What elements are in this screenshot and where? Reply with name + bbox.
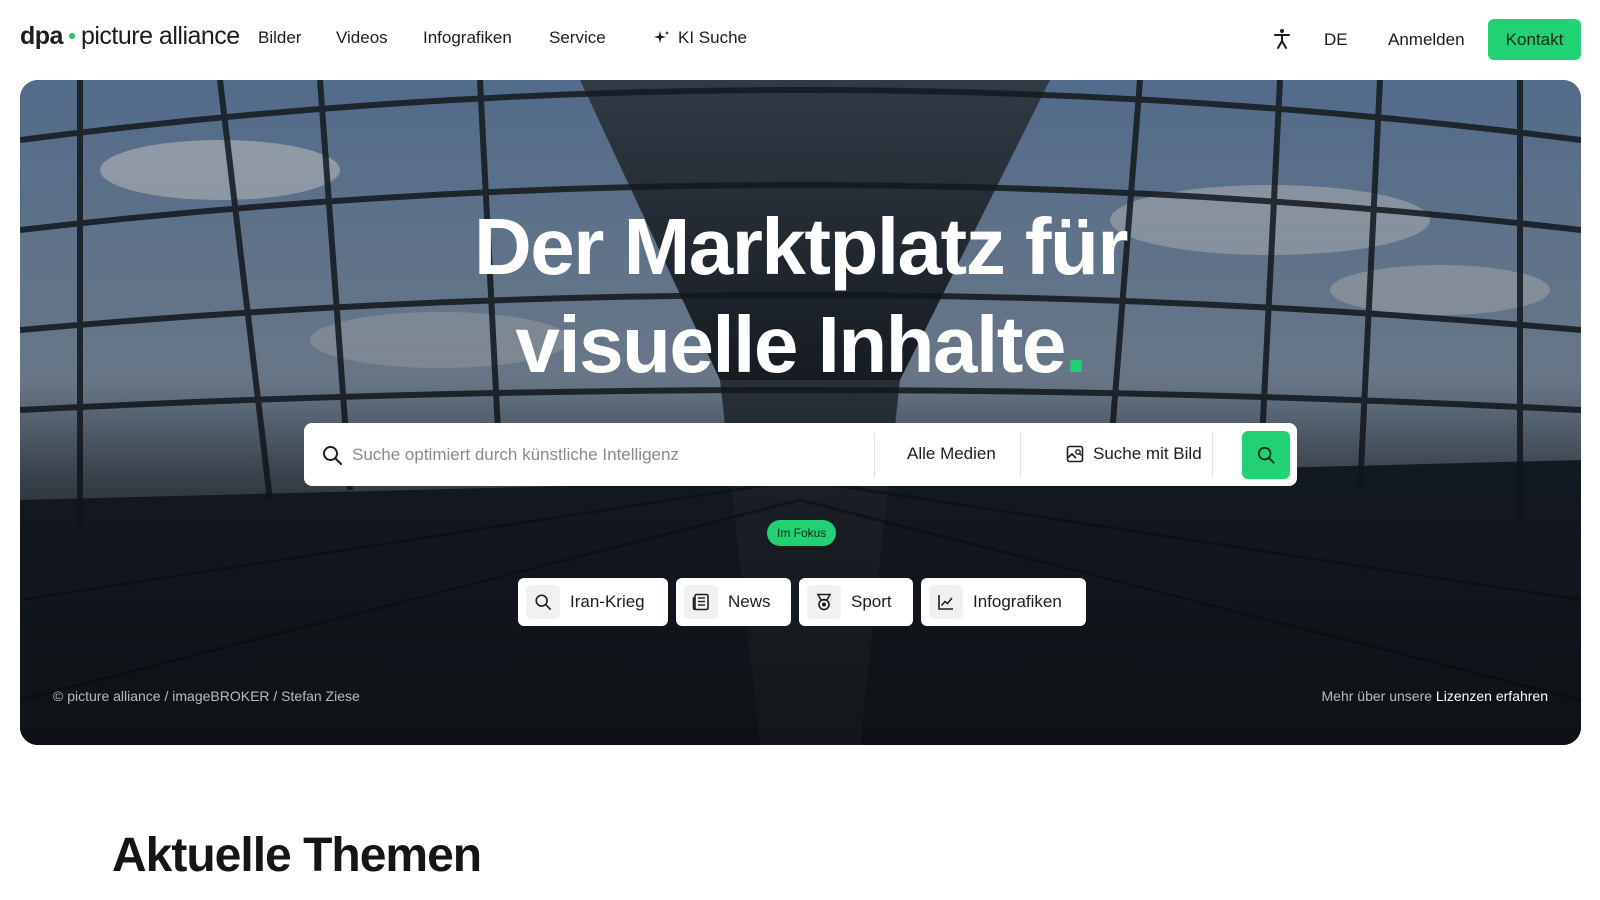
nav-item-ki-suche-label: KI Suche <box>678 28 747 47</box>
chip-label: Infografiken <box>973 592 1062 611</box>
logo[interactable]: dpa picture alliance <box>20 22 240 51</box>
nav-item-ki-suche[interactable]: KI Suche <box>654 28 747 48</box>
hero-title-line2: visuelle Inhalte <box>515 300 1066 389</box>
sparkle-icon <box>654 31 669 43</box>
logo-picture-alliance: picture alliance <box>80 22 240 50</box>
logo-dot <box>68 33 75 39</box>
search-bar: Alle Medien Suche mit Bild <box>304 423 1297 486</box>
hero-title-dot: . <box>1064 300 1087 389</box>
hero-title-line1: Der Marktplatz für <box>473 202 1129 291</box>
site-header: dpa picture alliance Bilder Videos Infog… <box>0 0 1600 80</box>
focus-badge: Im Fokus <box>767 520 837 546</box>
nav-item-service[interactable]: Service <box>549 28 606 48</box>
search-icon <box>526 585 560 619</box>
accessibility-icon[interactable] <box>1270 27 1294 51</box>
chip-label: Iran-Krieg <box>570 592 645 611</box>
image-search-icon <box>1066 445 1084 463</box>
search-input[interactable] <box>352 439 872 471</box>
newspaper-icon <box>684 585 718 619</box>
search-icon <box>1257 446 1275 464</box>
license-prefix: Mehr über unsere <box>1321 688 1433 704</box>
section-title: Aktuelle Themen <box>112 829 482 882</box>
chip-iran-krieg[interactable]: Iran-Krieg <box>518 578 668 626</box>
divider <box>874 433 875 477</box>
hero-title: Der Marktplatz für visuelle Inhalte. <box>20 198 1581 394</box>
search-submit-button[interactable] <box>1242 431 1290 479</box>
nav-item-videos[interactable]: Videos <box>336 28 388 48</box>
image-search-button[interactable]: Suche mit Bild <box>1066 444 1202 464</box>
chip-infografiken[interactable]: Infografiken <box>921 578 1086 626</box>
hero-overlay <box>20 80 1581 745</box>
divider <box>1212 433 1213 477</box>
divider <box>1020 433 1021 477</box>
search-icon <box>323 446 342 465</box>
nav-item-infografiken[interactable]: Infografiken <box>423 28 512 48</box>
chip-label: Sport <box>851 592 892 611</box>
chart-icon <box>929 585 963 619</box>
nav-item-bilder[interactable]: Bilder <box>258 28 301 48</box>
license-link[interactable]: Lizenzen erfahren <box>1436 688 1548 704</box>
chip-sport[interactable]: Sport <box>799 578 913 626</box>
contact-button[interactable]: Kontakt <box>1488 19 1581 60</box>
logo-dpa: dpa <box>20 22 63 50</box>
photo-credit: © picture alliance / imageBROKER / Stefa… <box>53 688 360 704</box>
chip-label: News <box>728 592 771 611</box>
topic-chips: Iran-Krieg News Sport Infografiken <box>20 578 1581 626</box>
medal-icon <box>807 585 841 619</box>
language-switcher[interactable]: DE <box>1324 30 1348 50</box>
image-search-label: Suche mit Bild <box>1093 444 1202 463</box>
chip-news[interactable]: News <box>676 578 791 626</box>
login-link[interactable]: Anmelden <box>1388 30 1465 50</box>
license-note: Mehr über unsere Lizenzen erfahren <box>1322 688 1548 704</box>
hero-section: Der Marktplatz für visuelle Inhalte. All… <box>20 80 1581 745</box>
media-filter-select[interactable]: Alle Medien <box>907 444 996 464</box>
